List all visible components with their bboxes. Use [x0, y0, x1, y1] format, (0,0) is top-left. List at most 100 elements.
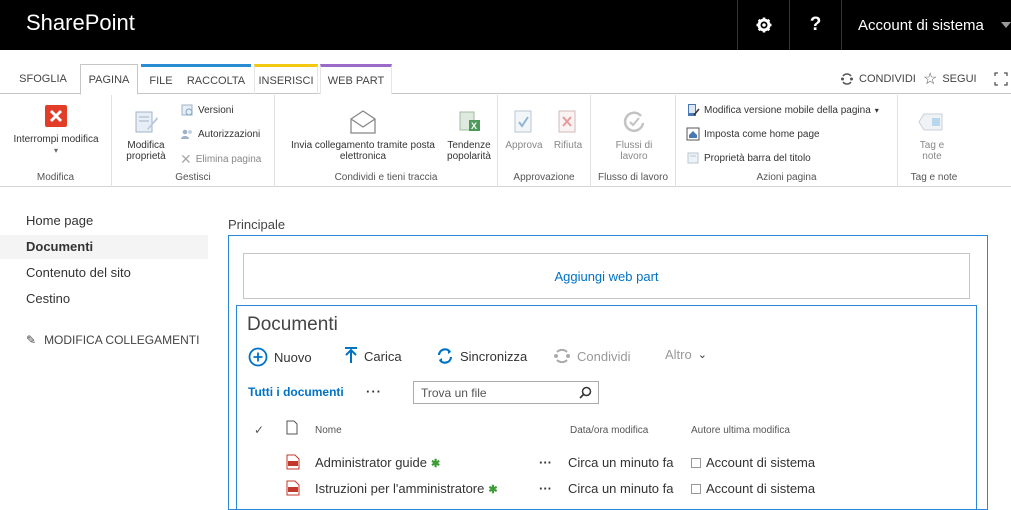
row-ellipsis-menu[interactable]: ··· [539, 455, 552, 470]
plus-circle-icon [248, 347, 268, 367]
title-bar-properties-label: Proprietà barra del titolo [704, 152, 811, 164]
brand-logo[interactable]: SharePoint [26, 10, 135, 36]
sync-button[interactable]: Sincronizza [436, 347, 527, 365]
stop-edit-label: Interrompi modifica [13, 134, 99, 145]
share-button[interactable]: Condividi [553, 347, 630, 365]
permissions-button[interactable]: Autorizzazioni [180, 127, 260, 141]
pdf-file-icon [286, 480, 300, 496]
approve-icon [509, 107, 539, 137]
more-button[interactable]: Altro ⌄ [665, 347, 707, 362]
title-bar-icon [687, 152, 699, 164]
group-azioni-pagina: Modifica versione mobile della pagina ▾ … [676, 95, 898, 187]
stop-editing-button[interactable]: Interrompi modifica ▾ [4, 101, 108, 156]
row-ellipsis-menu[interactable]: ··· [539, 481, 552, 496]
presence-icon [691, 484, 701, 494]
mobile-edit-icon [688, 104, 700, 116]
workflows-label: Flussi di lavoro [615, 140, 653, 162]
edit-properties-icon [131, 107, 161, 137]
settings-gear-icon[interactable] [737, 0, 789, 50]
edit-properties-button[interactable]: Modifica proprietà [116, 107, 176, 162]
select-all-check-icon[interactable]: ✓ [254, 423, 264, 437]
author[interactable]: Account di sistema [691, 481, 815, 496]
star-icon: ☆ [923, 71, 938, 88]
tab-file[interactable]: FILE [141, 64, 181, 94]
group-label: Gestisci [175, 172, 211, 183]
follow-link[interactable]: ☆ SEGUI [923, 64, 977, 94]
approve-label: Approva [505, 140, 543, 151]
tab-inserisci[interactable]: INSERISCI [254, 64, 318, 94]
search-input[interactable]: Trova un file [413, 381, 599, 404]
approve-button[interactable]: Approva [504, 107, 544, 151]
nav-item-recycle-bin[interactable]: Cestino [26, 291, 70, 306]
help-button[interactable]: ? [789, 0, 841, 50]
modified-date: Circa un minuto fa [568, 481, 674, 496]
account-menu[interactable]: Account di sistema [841, 0, 1011, 50]
group-modifica: Interrompi modifica ▾ Modifica [0, 95, 112, 187]
nav-item-documenti[interactable]: Documenti [0, 235, 208, 259]
add-web-part-button[interactable]: Aggiungi web part [243, 253, 970, 299]
workflows-button[interactable]: Flussi di lavoro [599, 107, 669, 162]
set-homepage-button[interactable]: Imposta come home page [686, 127, 820, 141]
edit-links-label: MODIFICA COLLEGAMENTI [44, 333, 200, 347]
sync-label: Sincronizza [460, 348, 528, 364]
upload-icon [345, 347, 357, 363]
group-approvazione: Approva Rifiuta Approvazione [498, 95, 591, 187]
account-name: Account di sistema [858, 16, 984, 34]
tag-icon [917, 107, 947, 137]
presence-icon [691, 458, 701, 468]
share-link[interactable]: CONDIVIDI [840, 64, 916, 94]
view-options-ellipsis[interactable]: ··· [366, 384, 382, 399]
workflow-icon [619, 107, 649, 137]
popularity-trends-label: Tendenze popolarità [447, 140, 491, 162]
new-button[interactable]: Nuovo [248, 347, 312, 367]
tab-sfoglia[interactable]: SFOGLIA [14, 64, 72, 94]
web-part-title[interactable]: Documenti [247, 314, 338, 336]
nav-item-home[interactable]: Home page [26, 213, 93, 228]
group-condividi: Invia collegamento tramite posta elettro… [275, 95, 498, 187]
delete-page-button[interactable]: ✕ Elimina pagina [180, 151, 261, 168]
table-row[interactable]: Administrator guide ✱ ··· Circa un minuto… [248, 451, 988, 477]
tags-notes-button[interactable]: Tag e note [908, 107, 956, 162]
stop-edit-icon [41, 101, 71, 131]
file-name[interactable]: Administrator guide ✱ [315, 455, 440, 470]
author[interactable]: Account di sistema [691, 455, 815, 470]
view-selector[interactable]: Tutti i documenti [248, 385, 344, 399]
envelope-icon [348, 107, 378, 137]
file-name[interactable]: Istruzioni per l'amministratore ✱ [315, 481, 498, 496]
group-gestisci: Modifica proprietà Versioni Autorizzazio… [112, 95, 275, 187]
tab-pagina[interactable]: PAGINA [80, 64, 138, 95]
mobile-version-button[interactable]: Modifica versione mobile della pagina ▾ [686, 103, 879, 117]
edit-links-button[interactable]: ✎ MODIFICA COLLEGAMENTI [26, 333, 199, 347]
column-modified[interactable]: Data/ora modifica [570, 425, 648, 436]
sync-icon [437, 348, 453, 364]
table-row[interactable]: Istruzioni per l'amministratore ✱ ··· Cir… [248, 477, 988, 503]
share-icon [554, 348, 570, 364]
tab-raccolta[interactable]: RACCOLTA [181, 64, 251, 94]
pdf-file-icon [286, 454, 300, 470]
upload-button[interactable]: Carica [344, 347, 402, 365]
chevron-down-icon [1001, 22, 1011, 28]
tab-web-part[interactable]: WEB PART [320, 64, 392, 94]
group-label: Flusso di lavoro [597, 172, 669, 183]
edit-properties-label: Modifica proprietà [126, 140, 166, 162]
column-name[interactable]: Nome [315, 425, 342, 436]
users-icon [181, 129, 192, 139]
focus-mode-icon[interactable] [994, 64, 1008, 94]
email-link-label: Invia collegamento tramite posta elettro… [291, 140, 435, 162]
title-bar-properties-button[interactable]: Proprietà barra del titolo [686, 151, 811, 165]
versions-button[interactable]: Versioni [180, 103, 234, 117]
set-homepage-label: Imposta come home page [704, 128, 820, 140]
group-label: Approvazione [513, 172, 575, 183]
share-label: Condividi [577, 348, 631, 364]
share-label: CONDIVIDI [859, 73, 916, 85]
versions-icon [181, 104, 193, 116]
group-flusso: Flussi di lavoro Flusso di lavoro [591, 95, 676, 187]
modified-date: Circa un minuto fa [568, 455, 674, 470]
nav-item-site-contents[interactable]: Contenuto del sito [26, 265, 131, 280]
follow-label: SEGUI [942, 73, 977, 85]
permissions-label: Autorizzazioni [198, 128, 261, 140]
column-author[interactable]: Autore ultima modifica [691, 425, 790, 436]
email-link-button[interactable]: Invia collegamento tramite posta elettro… [283, 107, 443, 162]
reject-button[interactable]: Rifiuta [548, 107, 588, 151]
popularity-trends-button[interactable]: X Tendenze popolarità [443, 107, 495, 162]
